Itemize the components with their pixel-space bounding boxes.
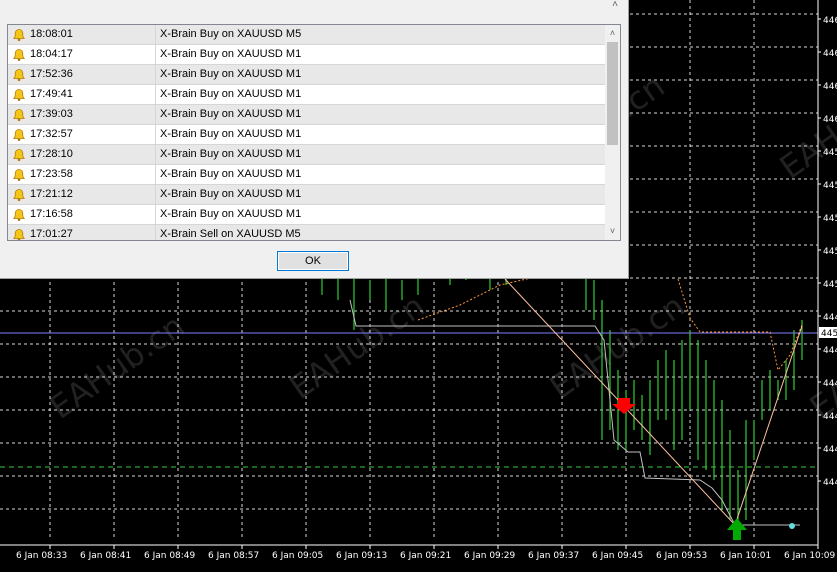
alert-time: 18:04:17 [30, 48, 73, 60]
alert-row[interactable]: 17:32:57 X-Brain Buy on XAUUSD M1 [8, 125, 605, 145]
alert-time: 17:32:57 [30, 128, 73, 140]
time-tick-label: 6 Jan 09:21 [400, 551, 451, 561]
bell-icon [12, 148, 26, 162]
price-tick-label: 445 [823, 148, 837, 158]
alert-message: X-Brain Sell on XAUUSD M5 [160, 228, 301, 240]
bell-icon [12, 128, 26, 142]
price-tick-label: 444 [823, 313, 837, 323]
alert-message: X-Brain Buy on XAUUSD M1 [160, 48, 302, 60]
alert-list[interactable]: 18:08:01 X-Brain Buy on XAUUSD M5 18:04:17… [7, 24, 621, 241]
alert-message: X-Brain Buy on XAUUSD M1 [160, 128, 302, 140]
price-tick-label: 445 [823, 247, 837, 257]
column-divider [155, 65, 156, 84]
alert-time: 17:01:27 [30, 228, 73, 240]
column-divider [155, 85, 156, 104]
time-tick-label: 6 Jan 08:57 [208, 551, 259, 561]
alert-row[interactable]: 17:28:10 X-Brain Buy on XAUUSD M1 [8, 145, 605, 165]
column-divider [155, 205, 156, 224]
column-divider [155, 165, 156, 184]
price-tick-label: 445 [823, 280, 837, 290]
scroll-down-icon[interactable]: ˅ [605, 224, 620, 239]
scrollbar-thumb[interactable] [607, 42, 618, 145]
column-divider [155, 105, 156, 124]
column-divider [155, 125, 156, 144]
column-divider [155, 225, 156, 240]
time-tick-label: 6 Jan 08:41 [80, 551, 131, 561]
price-tick-label: 446 [823, 115, 837, 125]
price-tick-label: 444 [823, 412, 837, 422]
time-tick-label: 6 Jan 10:09 [784, 551, 836, 561]
alert-row[interactable]: 18:08:01 X-Brain Buy on XAUUSD M5 [8, 25, 605, 45]
price-tick-label: 445 [823, 181, 837, 191]
alert-message: X-Brain Buy on XAUUSD M1 [160, 188, 302, 200]
alert-row[interactable]: 17:16:58 X-Brain Buy on XAUUSD M1 [8, 205, 605, 225]
bell-icon [12, 208, 26, 222]
alert-message: X-Brain Buy on XAUUSD M1 [160, 88, 302, 100]
bell-icon [12, 228, 26, 240]
time-tick-label: 6 Jan 09:53 [656, 551, 707, 561]
dialog-top-area: ˄ [0, 0, 628, 20]
alert-time: 17:28:10 [30, 148, 73, 160]
alert-time: 17:23:58 [30, 168, 73, 180]
ok-button[interactable]: OK [277, 251, 349, 271]
scroll-up-icon[interactable]: ˄ [604, 0, 626, 14]
column-divider [155, 145, 156, 164]
price-tick-label: 444 [823, 478, 837, 488]
alert-time: 17:52:36 [30, 68, 73, 80]
alert-row[interactable]: 17:52:36 X-Brain Buy on XAUUSD M1 [8, 65, 605, 85]
bell-icon [12, 108, 26, 122]
price-tick-label: 444 [823, 346, 837, 356]
alert-list-scrollbar[interactable]: ˄ ˅ [605, 25, 620, 240]
alert-message: X-Brain Buy on XAUUSD M5 [160, 28, 302, 40]
alert-message: X-Brain Buy on XAUUSD M1 [160, 208, 302, 220]
time-tick-label: 6 Jan 09:45 [592, 551, 643, 561]
alert-message: X-Brain Buy on XAUUSD M1 [160, 68, 302, 80]
time-tick-label: 6 Jan 09:37 [528, 551, 579, 561]
time-tick-label: 6 Jan 09:05 [272, 551, 323, 561]
bell-icon [12, 48, 26, 62]
column-divider [155, 25, 156, 44]
column-divider [155, 185, 156, 204]
alert-message: X-Brain Buy on XAUUSD M1 [160, 148, 302, 160]
scroll-up-icon[interactable]: ˄ [605, 26, 620, 41]
alert-row[interactable]: 17:01:27 X-Brain Sell on XAUUSD M5 [8, 225, 605, 240]
bell-icon [12, 68, 26, 82]
current-price-label: 445 [821, 329, 837, 339]
alert-time: 18:08:01 [30, 28, 73, 40]
alert-time: 17:39:03 [30, 108, 73, 120]
price-tick-label: 446 [823, 16, 837, 26]
alert-message: X-Brain Buy on XAUUSD M1 [160, 168, 302, 180]
alert-message: X-Brain Buy on XAUUSD M1 [160, 108, 302, 120]
alert-dialog: ˄ 18:08:01 X-Brain Buy on XAUUSD M5 18:04:… [0, 0, 629, 279]
alert-time: 17:49:41 [30, 88, 73, 100]
column-divider [155, 45, 156, 64]
bell-icon [12, 168, 26, 182]
level-marker [789, 523, 795, 529]
time-tick-label: 6 Jan 09:29 [464, 551, 516, 561]
alert-time: 17:21:12 [30, 188, 73, 200]
alert-row[interactable]: 17:21:12 X-Brain Buy on XAUUSD M1 [8, 185, 605, 205]
alert-row[interactable]: 17:39:03 X-Brain Buy on XAUUSD M1 [8, 105, 605, 125]
price-tick-label: 446 [823, 49, 837, 59]
alert-time: 17:16:58 [30, 208, 73, 220]
alert-row[interactable]: 17:23:58 X-Brain Buy on XAUUSD M1 [8, 165, 605, 185]
time-tick-label: 6 Jan 08:33 [16, 551, 67, 561]
time-tick-label: 6 Jan 08:49 [144, 551, 196, 561]
time-tick-label: 6 Jan 09:13 [336, 551, 387, 561]
alert-row[interactable]: 18:04:17 X-Brain Buy on XAUUSD M1 [8, 45, 605, 65]
price-tick-label: 446 [823, 82, 837, 92]
alert-row[interactable]: 17:49:41 X-Brain Buy on XAUUSD M1 [8, 85, 605, 105]
price-tick-label: 444 [823, 445, 837, 455]
price-tick-label: 445 [823, 214, 837, 224]
time-tick-label: 6 Jan 10:01 [720, 551, 771, 561]
price-tick-label: 444 [823, 379, 837, 389]
bell-icon [12, 88, 26, 102]
bell-icon [12, 28, 26, 42]
bell-icon [12, 188, 26, 202]
